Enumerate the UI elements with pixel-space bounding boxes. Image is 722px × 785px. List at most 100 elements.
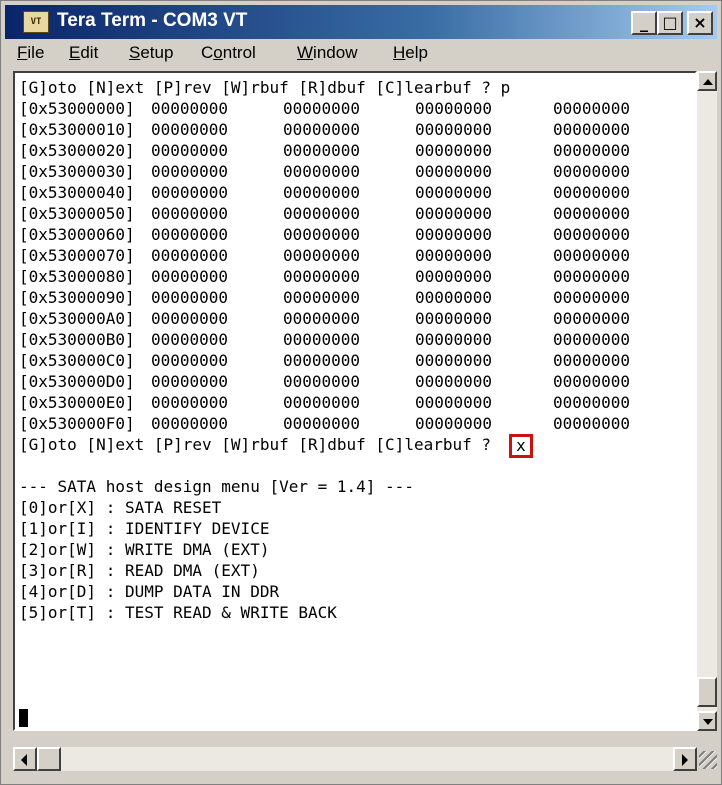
dump-address: [0x53000030] [19,162,135,181]
sata-menu-option: [4]or[D] : DUMP DATA IN DDR [19,582,280,601]
dump-value: 00000000 [415,267,493,286]
resize-grip-icon[interactable] [699,751,717,769]
dump-value: 00000000 [283,246,361,265]
dump-value: 00000000 [151,267,229,286]
menu-control[interactable]: Control [201,43,256,63]
dump-value: 00000000 [283,183,361,202]
dump-value: 00000000 [415,393,493,412]
maximize-button[interactable]: □ [657,11,683,35]
dump-value: 00000000 [283,99,361,118]
dump-address: [0x530000E0] [19,393,135,412]
dump-value: 00000000 [415,330,493,349]
menu-help[interactable]: Help [393,43,428,63]
menu-file-label: ile [27,43,45,62]
scroll-up-button[interactable] [697,71,717,91]
dump-value: 00000000 [151,351,229,370]
dump-value: 00000000 [151,120,229,139]
terminal-screen[interactable]: [G]oto [N]ext [P]rev [W]rbuf [R]dbuf [C]… [13,71,697,731]
menu-help-label: elp [405,43,428,62]
sata-menu-option: [5]or[T] : TEST READ & WRITE BACK [19,603,337,622]
dump-address: [0x530000F0] [19,414,135,433]
dump-address: [0x530000A0] [19,309,135,328]
menu-window[interactable]: Window [297,43,357,63]
minimize-button[interactable]: _ [631,11,657,35]
scroll-right-button[interactable] [673,747,697,771]
dump-value: 00000000 [553,120,631,139]
dump-value: 00000000 [151,162,229,181]
dump-value: 00000000 [415,414,493,433]
dump-value: 00000000 [553,162,631,181]
arrow-left-icon [21,754,27,766]
dump-value: 00000000 [553,309,631,328]
dump-value: 00000000 [415,372,493,391]
menu-edit-mnemonic: E [69,43,81,62]
menu-setup-label: etup [140,43,174,62]
dump-value: 00000000 [415,120,493,139]
terminal-cursor [19,709,28,727]
dump-value: 00000000 [283,414,361,433]
scroll-left-button[interactable] [13,747,37,771]
dump-value: 00000000 [553,414,631,433]
dump-address: [0x53000060] [19,225,135,244]
dump-value: 00000000 [415,309,493,328]
dump-value: 00000000 [415,162,493,181]
tera-term-app-icon[interactable]: VT [23,11,49,33]
sata-menu-option: [2]or[W] : WRITE DMA (EXT) [19,540,270,559]
menu-control-mnemonic: o [213,43,223,62]
terminal-prompt-line: [G]oto [N]ext [P]rev [W]rbuf [R]dbuf [C]… [19,78,511,97]
typed-input-highlight: x [509,434,533,458]
dump-address: [0x53000080] [19,267,135,286]
menu-file[interactable]: File [17,43,44,63]
vertical-scroll-thumb[interactable] [697,677,717,707]
sata-menu-option: [3]or[R] : READ DMA (EXT) [19,561,260,580]
dump-value: 00000000 [283,393,361,412]
dump-value: 00000000 [553,141,631,160]
dump-value: 00000000 [415,183,493,202]
menu-bar: File Edit Setup Control Window Help [5,39,717,69]
dump-value: 00000000 [151,309,229,328]
vertical-scrollbar[interactable] [697,71,717,731]
menu-setup[interactable]: Setup [129,43,173,63]
dump-value: 00000000 [415,246,493,265]
dump-value: 00000000 [553,204,631,223]
horizontal-scroll-thumb[interactable] [37,747,61,771]
dump-value: 00000000 [415,351,493,370]
dump-value: 00000000 [415,225,493,244]
menu-setup-mnemonic: S [129,43,141,62]
title-bar[interactable]: VT Tera Term - COM3 VT _ □ × [5,5,717,39]
window-title: Tera Term - COM3 VT [57,10,248,31]
dump-value: 00000000 [553,351,631,370]
dump-value: 00000000 [553,99,631,118]
dump-value: 00000000 [151,183,229,202]
dump-value: 00000000 [553,288,631,307]
dump-value: 00000000 [151,372,229,391]
dump-value: 00000000 [283,225,361,244]
close-button[interactable]: × [687,11,713,35]
dump-address: [0x53000070] [19,246,135,265]
dump-address: [0x53000050] [19,204,135,223]
menu-file-mnemonic: F [17,43,28,62]
dump-value: 00000000 [415,204,493,223]
dump-value: 00000000 [283,372,361,391]
dump-address: [0x53000000] [19,99,135,118]
horizontal-scrollbar[interactable] [13,747,697,771]
arrow-down-icon [703,719,713,725]
menu-edit-label: dit [80,43,99,62]
sata-menu-option: [0]or[X] : SATA RESET [19,498,222,517]
dump-value: 00000000 [553,372,631,391]
dump-value: 00000000 [553,183,631,202]
sata-menu-option: [1]or[I] : IDENTIFY DEVICE [19,519,270,538]
dump-address: [0x530000B0] [19,330,135,349]
dump-value: 00000000 [151,141,229,160]
dump-address: [0x53000040] [19,183,135,202]
scroll-down-button[interactable] [697,711,717,731]
dump-value: 00000000 [415,141,493,160]
dump-value: 00000000 [553,393,631,412]
dump-value: 00000000 [553,267,631,286]
arrow-up-icon [703,79,713,85]
dump-value: 00000000 [415,288,493,307]
dump-value: 00000000 [283,351,361,370]
dump-value: 00000000 [553,225,631,244]
menu-edit[interactable]: Edit [69,43,98,63]
dump-value: 00000000 [151,246,229,265]
